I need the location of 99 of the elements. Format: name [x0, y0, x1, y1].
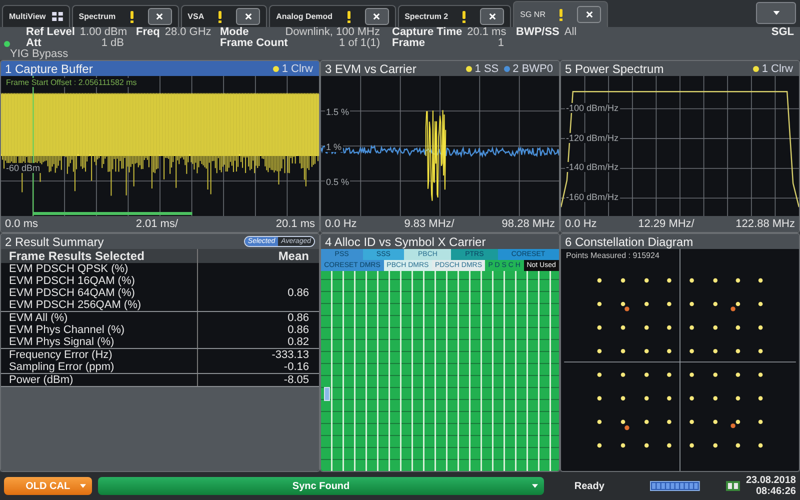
close-icon: [244, 13, 252, 20]
table-cell: EVM PDSCH 16QAM (%): [1, 275, 198, 287]
segment-bar-icon: [650, 481, 700, 491]
table-cell: EVM PDSCH 64QAM (%): [1, 287, 198, 299]
tab[interactable]: SG NR: [513, 1, 608, 27]
table-cell: Power (dBm): [1, 374, 198, 386]
warning-icon: [346, 10, 351, 22]
axis-label: 122.88 MHz: [736, 218, 795, 230]
warning-icon: [218, 10, 222, 22]
table-cell-text: 0.86: [286, 287, 310, 299]
table-cell-text: -333.13: [270, 349, 310, 361]
close-button[interactable]: [480, 8, 504, 25]
close-button[interactable]: [364, 8, 389, 25]
sweep-mode-label: SGL: [771, 27, 794, 38]
parameter-value: Downlink, 100 MHz: [285, 27, 380, 38]
column-header: Frame Results Selected: [1, 249, 198, 263]
parameter-label: Mode: [220, 27, 249, 38]
trace-label: 2 BWP0: [512, 62, 553, 74]
status-dot-icon: [4, 40, 10, 46]
axis-label: 0.0 Hz: [565, 218, 597, 230]
parameter-value: 1 of 1(1): [339, 38, 380, 49]
axis-label: 0.0 ms: [5, 218, 38, 230]
close-button[interactable]: [577, 6, 602, 23]
warning-icon: [462, 10, 466, 22]
table-cell: Sampling Error (ppm): [1, 361, 198, 373]
marker-icon: [324, 387, 330, 401]
parameter-value: 1: [498, 38, 504, 49]
axis-label: 1 %: [325, 142, 343, 152]
column-header: Mean: [277, 249, 310, 263]
axis-label: 12.29 MHz/: [638, 218, 694, 230]
tab[interactable]: MultiView: [2, 5, 70, 27]
warning-icon: [559, 8, 564, 20]
parameter-value: 1.00 dBm: [80, 27, 128, 38]
close-icon: [373, 13, 380, 20]
axis-label: -100 dBm/Hz: [565, 102, 620, 113]
axis-label: 0.0 Hz: [325, 218, 357, 230]
axis-label: -120 dBm/Hz: [565, 132, 620, 143]
parameter-label: BWP/SS: [516, 27, 560, 38]
table-cell-text: -0.16: [282, 361, 310, 373]
parameter-label: Frame Count: [220, 38, 288, 49]
close-button[interactable]: [148, 8, 172, 25]
parameter-label: YIG Bypass: [9, 49, 70, 60]
tab[interactable]: VSA: [180, 5, 268, 27]
table-cell-text: 0.86: [286, 324, 310, 336]
table-cell: EVM Phys Channel (%): [1, 324, 198, 336]
axis-label: 98.28 MHz: [502, 218, 555, 230]
grid-icon: [52, 12, 63, 21]
axis-label: 0.5 %: [325, 176, 350, 187]
trace-label: 1 Clrw: [282, 62, 313, 74]
parameter-label: Frame: [392, 38, 426, 49]
close-icon: [156, 13, 164, 20]
axis-label: -140 dBm/Hz: [565, 162, 620, 172]
axis-label: 2.01 ms/: [136, 218, 178, 230]
close-icon: [488, 13, 496, 20]
table-cell-text: 0.82: [286, 336, 310, 348]
caret-icon: [532, 484, 538, 488]
caret-icon: [772, 11, 780, 15]
parameter-label: Capture Time: [392, 27, 462, 38]
panel-title: 6 Constellation Diagram: [565, 234, 694, 248]
close-button[interactable]: [236, 8, 260, 25]
warning-icon: [130, 10, 134, 22]
axis-label: 9.83 MHz/: [404, 218, 454, 230]
parameter-value: 28.0 GHz: [164, 27, 212, 38]
axis-label: -60 dBm: [5, 162, 42, 173]
axis-label: 20.1 ms: [276, 218, 315, 230]
panel-title: 3 EVM vs Carrier: [325, 62, 416, 76]
tab[interactable]: Spectrum 2: [398, 5, 512, 27]
table-cell: Frequency Error (Hz): [1, 349, 198, 361]
table-cell: EVM PDSCH 256QAM (%): [1, 299, 198, 311]
table-cell: EVM Phys Signal (%): [1, 336, 198, 348]
parameter-label: Ref Level: [26, 27, 75, 38]
annotation-text: Points Measured : 915924: [565, 251, 660, 260]
parameter-label: Freq: [136, 27, 160, 38]
table-cell-text: -8.05: [282, 374, 310, 386]
date-text: 23.08.2018: [746, 475, 796, 486]
table-cell: EVM PDSCH QPSK (%): [1, 263, 198, 275]
panel-title: 5 Power Spectrum: [565, 62, 664, 76]
panel-title: 2 Result Summary: [5, 234, 104, 248]
close-icon: [586, 11, 593, 18]
time-text: 08:46:26: [756, 486, 796, 497]
tab[interactable]: Analog Demod: [269, 5, 396, 27]
axis-label: -160 dBm/Hz: [565, 192, 620, 202]
axis-label: 1.5 %: [325, 106, 350, 117]
annotation-text: Frame Start Offset : 2.056111582 ms: [5, 78, 138, 87]
tab[interactable]: Spectrum: [72, 5, 179, 27]
parameter-value: 1 dB: [101, 38, 124, 49]
trace-label: 1 SS: [474, 62, 499, 74]
network-icon: [726, 481, 740, 491]
panel-title: 1 Capture Buffer: [5, 62, 93, 76]
sync-status-button[interactable]: Sync Found: [98, 477, 544, 495]
table-cell-text: 0.86: [286, 312, 310, 324]
parameter-value: All: [564, 27, 577, 38]
parameter-value: 20.1 ms: [467, 27, 506, 38]
panel-title: 4 Alloc ID vs Symbol X Carrier: [325, 234, 486, 248]
parameter-label: Att: [26, 38, 42, 49]
caret-icon: [80, 484, 86, 488]
table-cell: EVM All (%): [1, 312, 198, 324]
status-text: Ready: [574, 480, 606, 492]
trace-label: 1 Clrw: [762, 62, 793, 74]
